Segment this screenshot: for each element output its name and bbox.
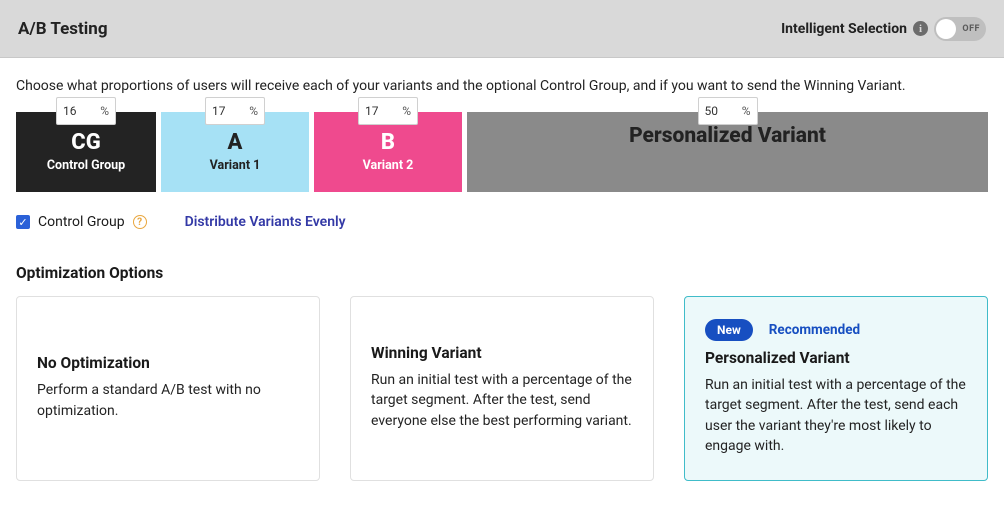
card-no-optimization[interactable]: No Optimization Perform a standard A/B t… bbox=[16, 296, 320, 481]
controls-row: ✓ Control Group ? Distribute Variants Ev… bbox=[16, 214, 988, 230]
page-title: A/B Testing bbox=[18, 19, 108, 39]
card-top-row: New Recommended bbox=[705, 319, 967, 341]
optimization-heading: Optimization Options bbox=[16, 264, 988, 282]
card-title: Personalized Variant bbox=[705, 349, 967, 367]
tile-control-group[interactable]: 16 % CG Control Group bbox=[16, 112, 156, 192]
tile-variant-a[interactable]: 17 % A Variant 1 bbox=[161, 112, 309, 192]
pct-value: 16 bbox=[63, 104, 77, 118]
control-group-checkbox[interactable]: ✓ bbox=[16, 215, 30, 229]
tile-caption: Variant 1 bbox=[210, 158, 261, 173]
pct-input-b[interactable]: 17 % bbox=[358, 97, 418, 125]
percent-icon: % bbox=[249, 104, 258, 118]
tile-variant-b[interactable]: 17 % B Variant 2 bbox=[314, 112, 462, 192]
control-group-label: Control Group bbox=[38, 214, 125, 230]
card-title: No Optimization bbox=[37, 354, 299, 372]
optimization-cards: No Optimization Perform a standard A/B t… bbox=[16, 296, 988, 481]
recommended-label: Recommended bbox=[769, 322, 860, 338]
control-group-checkbox-group: ✓ Control Group ? bbox=[16, 214, 147, 230]
toggle-state-text: OFF bbox=[962, 24, 980, 34]
card-body: Run an initial test with a percentage of… bbox=[371, 370, 633, 431]
card-body: Run an initial test with a percentage of… bbox=[705, 375, 967, 456]
intelligent-selection-group: Intelligent Selection i OFF bbox=[781, 17, 986, 41]
tile-code: Personalized Variant bbox=[629, 126, 826, 147]
help-icon[interactable]: ? bbox=[133, 215, 147, 229]
distribute-evenly-link[interactable]: Distribute Variants Evenly bbox=[185, 214, 346, 230]
percent-icon: % bbox=[402, 104, 411, 118]
pct-value: 50 bbox=[705, 104, 719, 118]
tile-code: A bbox=[228, 132, 243, 154]
card-winning-variant[interactable]: Winning Variant Run an initial test with… bbox=[350, 296, 654, 481]
pct-input-a[interactable]: 17 % bbox=[205, 97, 265, 125]
tile-caption: Variant 2 bbox=[363, 158, 414, 173]
pct-value: 17 bbox=[212, 104, 226, 118]
tile-caption: Control Group bbox=[47, 158, 125, 173]
card-personalized-variant[interactable]: New Recommended Personalized Variant Run… bbox=[684, 296, 988, 481]
pct-input-pv[interactable]: 50 % bbox=[698, 97, 758, 125]
tile-code: B bbox=[381, 132, 395, 154]
info-icon[interactable]: i bbox=[913, 21, 928, 36]
distribution-tiles: 16 % CG Control Group 17 % A Variant 1 1… bbox=[16, 112, 988, 192]
pct-value: 17 bbox=[365, 104, 379, 118]
card-title: Winning Variant bbox=[371, 344, 633, 362]
main-content: Choose what proportions of users will re… bbox=[0, 58, 1004, 501]
card-body: Perform a standard A/B test with no opti… bbox=[37, 380, 299, 421]
tile-code: CG bbox=[71, 132, 100, 154]
toggle-knob bbox=[936, 19, 956, 39]
percent-icon: % bbox=[100, 104, 109, 118]
pct-input-cg[interactable]: 16 % bbox=[56, 97, 116, 125]
tile-personalized-variant[interactable]: 50 % Personalized Variant bbox=[467, 112, 988, 192]
intelligent-selection-label: Intelligent Selection bbox=[781, 21, 907, 37]
description-text: Choose what proportions of users will re… bbox=[16, 78, 988, 94]
percent-icon: % bbox=[742, 104, 751, 118]
new-badge: New bbox=[705, 319, 753, 341]
intelligent-selection-toggle[interactable]: OFF bbox=[934, 17, 986, 41]
header-bar: A/B Testing Intelligent Selection i OFF bbox=[0, 0, 1004, 58]
